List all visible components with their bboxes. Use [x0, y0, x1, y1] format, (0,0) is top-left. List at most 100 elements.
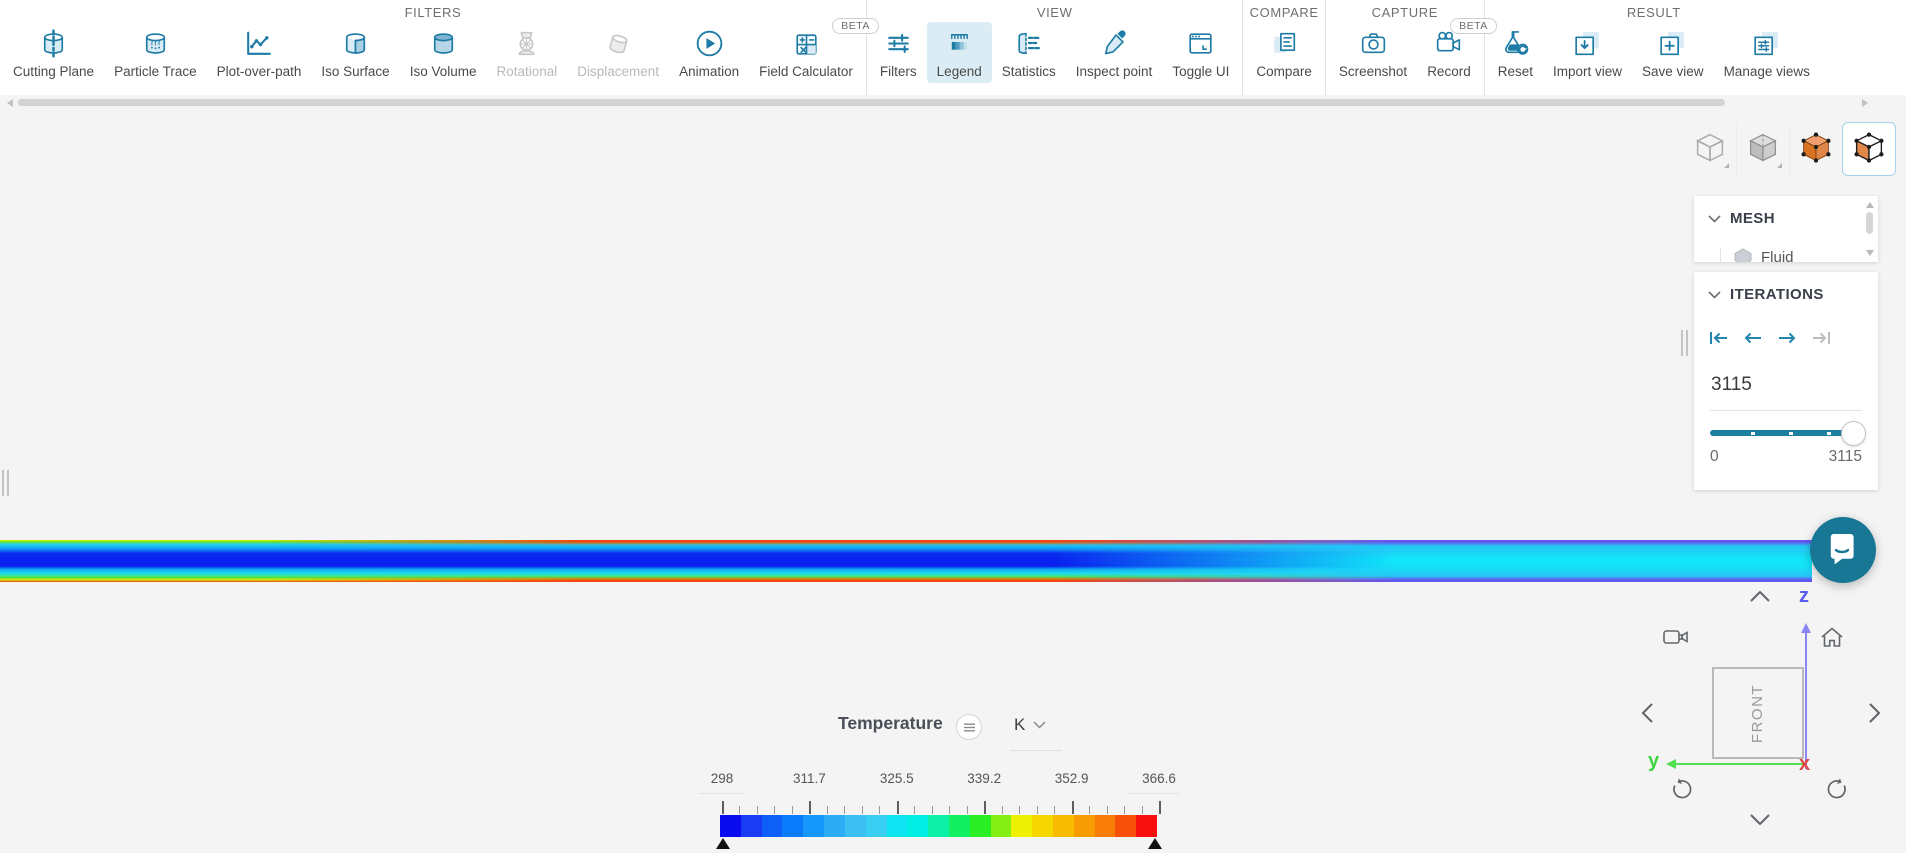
toolbar-item-cutting-plane[interactable]: Cutting Plane — [3, 22, 104, 83]
toolbar-item-label: Toggle UI — [1172, 64, 1230, 79]
z-axis-arrow — [1801, 623, 1811, 769]
orbit-left-button[interactable] — [1641, 701, 1654, 730]
legend-max-underline — [1127, 793, 1179, 794]
legend-min-underline — [698, 793, 744, 794]
mesh-region-icon — [1734, 248, 1752, 262]
colorbar-segment — [969, 815, 991, 837]
view-mode-mesh-wireframe-cube-selected[interactable] — [1842, 122, 1896, 176]
toolbar-item-filters[interactable]: Filters — [870, 22, 927, 83]
colorbar-segment — [803, 815, 825, 837]
toolbar-section-label-result: RESULT — [1626, 4, 1681, 20]
legend-tick — [984, 801, 987, 814]
orbit-down-button[interactable] — [1748, 813, 1772, 831]
nav-cube-front-face[interactable]: FRONT — [1712, 667, 1804, 759]
animation-icon — [693, 25, 726, 62]
toolbar-scroll-left-arrow[interactable] — [7, 99, 13, 107]
rotate-cw-button[interactable] — [1824, 777, 1849, 807]
colorbar-segment — [1136, 815, 1158, 837]
iteration-slider[interactable] — [1710, 420, 1866, 446]
legend-unit-dropdown[interactable]: K — [1014, 715, 1046, 735]
toolbar-item-record[interactable]: Record BETA — [1417, 18, 1497, 83]
previous-iteration-button[interactable] — [1742, 328, 1764, 348]
toolbar-item-label: Compare — [1256, 64, 1312, 79]
legend-tick — [1124, 806, 1126, 814]
view-mode-outline-cube[interactable] — [1684, 123, 1736, 175]
colorbar-segment — [720, 815, 741, 837]
view-mode-mesh-surface-cube[interactable] — [1789, 123, 1842, 175]
slider-min-label: 0 — [1710, 448, 1719, 465]
mesh-panel-scrollbar[interactable] — [1865, 202, 1875, 256]
legend-min-handle[interactable] — [716, 838, 730, 849]
colorbar-segment — [928, 815, 949, 837]
first-iteration-button[interactable] — [1708, 328, 1730, 348]
toolbar-item-label: Reset — [1497, 64, 1533, 79]
toolbar-item-legend[interactable]: Legend — [926, 22, 992, 83]
iteration-slider-track[interactable] — [1710, 430, 1862, 436]
colorbar-segment — [782, 815, 804, 837]
slider-max-label: 3115 — [1828, 448, 1862, 465]
toolbar-item-field-calculator[interactable]: Field Calculator BETA — [749, 18, 879, 83]
legend-menu-button[interactable] — [956, 714, 982, 740]
next-iteration-button[interactable] — [1776, 328, 1798, 348]
toolbar-item-label: Animation — [679, 64, 740, 79]
toolbar-item-animation[interactable]: Animation — [669, 22, 749, 83]
chevron-down-icon — [1708, 214, 1721, 223]
colorbar-segment — [865, 815, 887, 837]
legend-tick — [756, 806, 758, 814]
iterations-panel-header[interactable]: ITERATIONS — [1694, 272, 1878, 303]
toolbar-item-save-view[interactable]: Save view — [1632, 22, 1714, 83]
support-chat-button[interactable] — [1810, 517, 1876, 583]
mesh-panel: MESH Fluid — [1694, 196, 1878, 262]
colorbar-segment — [1115, 815, 1137, 837]
orbit-right-button[interactable] — [1868, 701, 1881, 730]
legend-tick — [879, 806, 881, 814]
toolbar-item-rotational[interactable]: Rotational — [486, 22, 567, 83]
toolbar-scroll-right-arrow[interactable] — [1862, 99, 1868, 107]
legend-max-handle[interactable] — [1148, 838, 1162, 849]
right-panel-drag-handle[interactable] — [1681, 330, 1689, 356]
mesh-panel-header[interactable]: MESH — [1694, 196, 1878, 227]
slider-tick — [1751, 431, 1755, 435]
divider — [1010, 750, 1062, 751]
iteration-step-controls — [1708, 328, 1832, 348]
legend-tick — [931, 806, 933, 814]
toolbar-item-plot-over-path[interactable]: Plot-over-path — [207, 22, 312, 83]
toolbar-item-screenshot[interactable]: Screenshot — [1329, 22, 1417, 83]
left-panel-drag-handle[interactable] — [2, 470, 10, 496]
rotate-ccw-button[interactable] — [1670, 777, 1695, 807]
toolbar-item-iso-volume[interactable]: Iso Volume — [400, 22, 487, 83]
toolbar-item-manage-views[interactable]: Manage views — [1714, 22, 1820, 83]
camera-views-button[interactable] — [1663, 628, 1690, 651]
toolbar-item-displacement[interactable]: Displacement — [567, 22, 669, 83]
cutting-plane-icon — [37, 25, 70, 62]
toolbar-item-reset[interactable]: Reset — [1488, 22, 1543, 83]
home-view-button[interactable] — [1820, 627, 1844, 653]
toolbar-item-iso-surface[interactable]: Iso Surface — [311, 22, 399, 83]
toolbar-item-label: Legend — [936, 64, 982, 79]
iteration-value-field[interactable]: 3115 — [1711, 374, 1752, 396]
toolbar-scrollbar-thumb[interactable] — [18, 99, 1725, 106]
toolbar-item-compare[interactable]: Compare — [1246, 22, 1322, 83]
nav-cube-face-label: FRONT — [1749, 683, 1767, 743]
toolbar-item-particle-trace[interactable]: Particle Trace — [104, 22, 207, 83]
toolbar-item-import-view[interactable]: Import view — [1543, 22, 1632, 83]
toolbar-item-inspect-point[interactable]: Inspect point — [1066, 22, 1163, 83]
colorbar-segment — [740, 815, 762, 837]
iteration-slider-thumb[interactable] — [1841, 421, 1866, 446]
render-viewport[interactable]: MESH Fluid ITERATIONS 3115 0 3115 Temper… — [0, 95, 1906, 853]
last-iteration-button[interactable] — [1810, 328, 1832, 348]
legend-tick — [914, 806, 916, 814]
chevron-down-icon — [1033, 721, 1046, 729]
scroll-up-icon — [1866, 202, 1874, 208]
toolbar-item-label: Manage views — [1723, 64, 1810, 79]
corner-expand-mark — [1724, 163, 1729, 168]
orbit-up-button[interactable] — [1748, 590, 1772, 608]
toolbar-item-statistics[interactable]: Statistics — [992, 22, 1066, 83]
toolbar-item-toggle-ui[interactable]: Toggle UI — [1162, 22, 1239, 83]
toolbar-section-label-compare: COMPARE — [1249, 4, 1319, 20]
legend-tick — [1106, 806, 1108, 814]
view-mode-toolbar — [1684, 122, 1896, 176]
view-mode-solid-cube[interactable] — [1736, 123, 1789, 175]
toolbar-item-label: Inspect point — [1075, 64, 1153, 79]
mesh-tree-item-fluid[interactable]: Fluid — [1720, 248, 1794, 262]
